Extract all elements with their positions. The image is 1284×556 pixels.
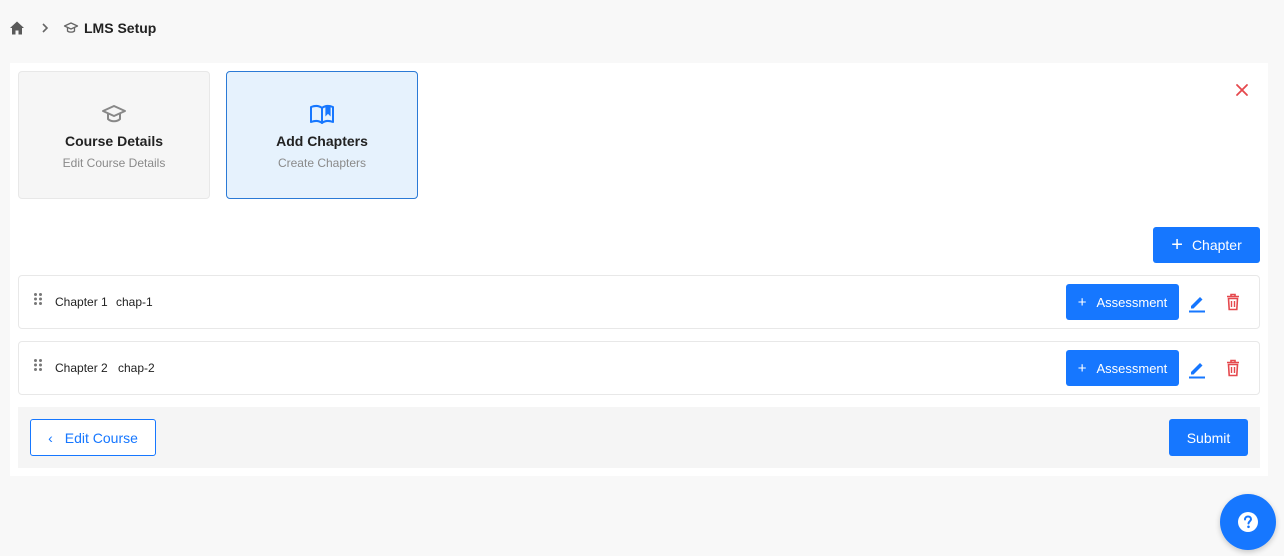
step-title: Add Chapters: [276, 133, 368, 149]
footer-actions: ‹ Edit Course Submit: [18, 407, 1260, 468]
step-title: Course Details: [64, 133, 164, 149]
help-icon: [1237, 511, 1259, 533]
breadcrumb: LMS Setup: [9, 18, 156, 38]
step-subtitle: Create Chapters: [277, 156, 367, 170]
plus-icon: +: [1171, 234, 1183, 256]
chapter-code: chap-2: [118, 361, 155, 375]
submit-label: Submit: [1186, 429, 1231, 446]
drag-handle-icon[interactable]: [33, 358, 43, 372]
book-open-icon: [309, 101, 335, 127]
assessment-label: Assessment: [1096, 360, 1168, 376]
help-button[interactable]: [1220, 494, 1276, 550]
plus-icon: +: [1077, 293, 1087, 311]
home-icon[interactable]: [9, 20, 25, 36]
chevron-left-icon: ‹: [48, 429, 53, 446]
add-chapter-label: Chapter: [1191, 237, 1242, 253]
chapter-code: chap-1: [116, 295, 153, 309]
trash-icon[interactable]: [1226, 293, 1240, 311]
step-subtitle: Edit Course Details: [62, 156, 166, 170]
drag-handle-icon[interactable]: [33, 292, 43, 306]
chapter-row: Chapter 2 chap-2 + Assessment: [18, 341, 1260, 395]
graduation-cap-icon: [63, 20, 79, 36]
submit-button[interactable]: Submit: [1169, 419, 1248, 456]
step-course-details[interactable]: Course Details Edit Course Details: [18, 71, 210, 199]
add-assessment-button[interactable]: + Assessment: [1066, 284, 1179, 320]
chapter-name: Chapter 1: [55, 295, 108, 309]
chapter-name: Chapter 2: [55, 361, 108, 375]
breadcrumb-current: LMS Setup: [84, 20, 157, 36]
step-add-chapters[interactable]: Add Chapters Create Chapters: [226, 71, 418, 199]
add-assessment-button[interactable]: + Assessment: [1066, 350, 1179, 386]
edit-icon[interactable]: [1188, 359, 1206, 379]
plus-icon: +: [1077, 359, 1087, 377]
add-chapter-button[interactable]: + Chapter: [1153, 227, 1260, 263]
edit-icon[interactable]: [1188, 293, 1206, 313]
edit-course-label: Edit Course: [64, 429, 138, 446]
edit-course-button[interactable]: ‹ Edit Course: [30, 419, 156, 456]
chapter-row: Chapter 1 chap-1 + Assessment: [18, 275, 1260, 329]
chevron-right-icon: [39, 22, 51, 34]
trash-icon[interactable]: [1226, 359, 1240, 377]
lms-setup-card: Course Details Edit Course Details Add C…: [10, 63, 1268, 476]
close-icon[interactable]: [1234, 82, 1250, 98]
assessment-label: Assessment: [1096, 294, 1168, 310]
graduation-cap-icon: [101, 101, 127, 127]
